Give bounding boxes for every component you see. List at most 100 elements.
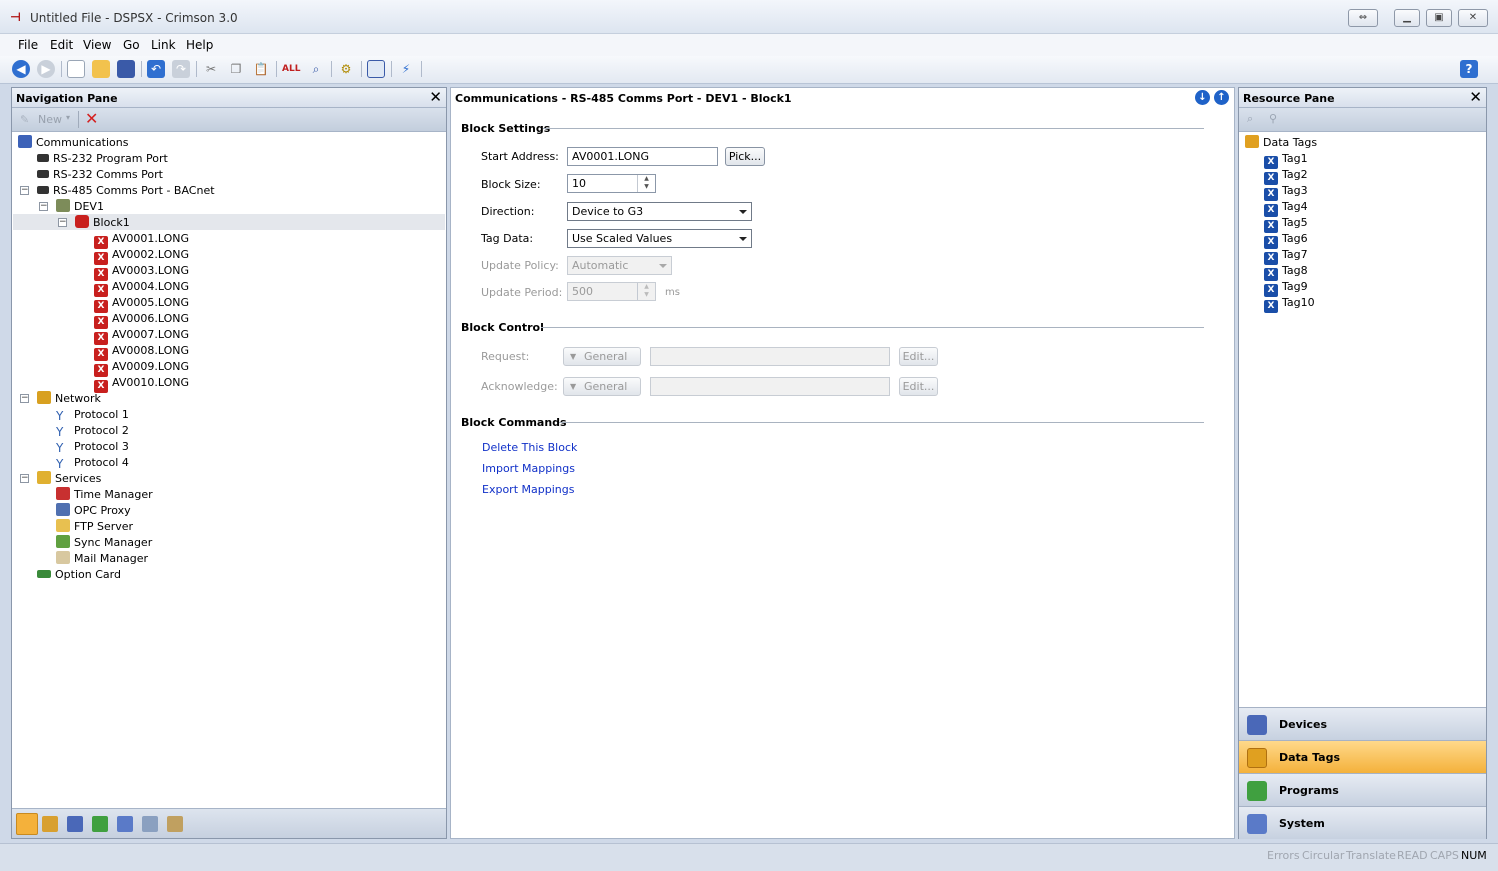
tag-item[interactable]: X Tag6 <box>1264 231 1308 249</box>
tree-node-mapping[interactable]: X AV0007.LONG <box>94 327 189 345</box>
forward-icon[interactable]: ▶ <box>37 60 55 78</box>
menu-help[interactable]: Help <box>186 38 213 52</box>
tag-data-select[interactable]: Use Scaled Values <box>567 229 752 248</box>
collapse-icon[interactable]: − <box>39 202 48 211</box>
tree-node-services[interactable]: Services <box>37 471 101 487</box>
tag-item[interactable]: X Tag10 <box>1264 295 1315 313</box>
back-icon[interactable]: ◀ <box>12 60 30 78</box>
tree-node-rs232-program[interactable]: RS-232 Program Port <box>37 151 168 167</box>
find-icon[interactable]: ⌕ <box>1247 112 1253 126</box>
menu-link[interactable]: Link <box>151 38 176 52</box>
menu-view[interactable]: View <box>83 38 111 52</box>
next-arrow-icon[interactable]: ↓ <box>1195 90 1210 105</box>
tree-node-mapping[interactable]: X AV0010.LONG <box>94 375 189 393</box>
tree-node-mapping[interactable]: X AV0005.LONG <box>94 295 189 313</box>
tag-item[interactable]: X Tag9 <box>1264 279 1308 297</box>
tree-node-ftp-server[interactable]: FTP Server <box>56 519 133 535</box>
monitor-icon[interactable] <box>367 60 385 78</box>
tree-node-time-manager[interactable]: Time Manager <box>56 487 153 503</box>
tree-node-mapping[interactable]: X AV0008.LONG <box>94 343 189 361</box>
tree-node-communications[interactable]: Communications <box>18 135 128 151</box>
menu-go[interactable]: Go <box>123 38 140 52</box>
tree-node-mapping[interactable]: X AV0006.LONG <box>94 311 189 329</box>
security-category-icon[interactable] <box>167 816 183 832</box>
tree-node-sync-manager[interactable]: Sync Manager <box>56 535 152 551</box>
direction-select[interactable]: Device to G3 <box>567 202 752 221</box>
find-all-icon[interactable]: ALL <box>282 60 300 78</box>
tree-node-rs232-comms[interactable]: RS-232 Comms Port <box>37 167 163 183</box>
menu-file[interactable]: File <box>18 38 38 52</box>
tree-node-option-card[interactable]: Option Card <box>37 567 121 583</box>
delete-icon[interactable]: ✕ <box>85 109 98 128</box>
spin-down-icon[interactable]: ▼ <box>638 183 655 191</box>
minimize-button[interactable]: ▁ <box>1394 9 1420 27</box>
tree-node-mail-manager[interactable]: Mail Manager <box>56 551 148 567</box>
communications-category-icon[interactable] <box>16 813 38 835</box>
tree-node-mapping[interactable]: X AV0004.LONG <box>94 279 189 297</box>
import-mappings-link[interactable]: Import Mappings <box>482 462 575 475</box>
restore-layout-button[interactable]: ⇔ <box>1348 9 1378 27</box>
tree-node-mapping[interactable]: X AV0009.LONG <box>94 359 189 377</box>
previous-arrow-icon[interactable]: ↑ <box>1214 90 1229 105</box>
collapse-icon[interactable]: − <box>58 218 67 227</box>
tree-node-opc-proxy[interactable]: OPC Proxy <box>56 503 131 519</box>
cut-icon[interactable]: ✂ <box>202 60 220 78</box>
web-server-category-icon[interactable] <box>117 816 133 832</box>
new-button[interactable]: New <box>38 113 62 126</box>
tree-node-block1[interactable]: Block1 <box>75 215 130 231</box>
filter-icon[interactable]: ⚲ <box>1269 112 1277 125</box>
block-size-stepper[interactable]: 10 ▲ ▼ <box>567 174 656 193</box>
undo-icon[interactable]: ↶ <box>147 60 165 78</box>
new-file-icon[interactable] <box>67 60 85 78</box>
tag-item[interactable]: X Tag5 <box>1264 215 1308 233</box>
data-logger-category-icon[interactable] <box>142 816 158 832</box>
close-window-button[interactable]: ✕ <box>1458 9 1488 27</box>
tool-icon[interactable]: ⚙ <box>337 60 355 78</box>
copy-icon[interactable]: ❐ <box>227 60 245 78</box>
data-tags-category-icon[interactable] <box>42 816 58 832</box>
find-icon[interactable]: ⌕ <box>307 60 325 78</box>
pick-button[interactable]: Pick... <box>725 147 765 166</box>
close-icon[interactable]: ✕ <box>429 89 442 105</box>
close-icon[interactable]: ✕ <box>1469 89 1482 105</box>
category-data-tags[interactable]: Data Tags <box>1239 740 1486 773</box>
tag-item[interactable]: X Tag4 <box>1264 199 1308 217</box>
display-pages-category-icon[interactable] <box>67 816 83 832</box>
open-folder-icon[interactable] <box>92 60 110 78</box>
spin-buttons[interactable]: ▲ ▼ <box>637 175 655 192</box>
redo-icon[interactable]: ↷ <box>172 60 190 78</box>
start-address-field[interactable]: AV0001.LONG <box>567 147 718 166</box>
collapse-icon[interactable]: − <box>20 394 29 403</box>
tree-node-rs485-comms[interactable]: RS-485 Comms Port - BACnet <box>37 183 215 199</box>
delete-block-link[interactable]: Delete This Block <box>482 441 577 454</box>
category-devices[interactable]: Devices <box>1239 707 1486 740</box>
tree-node-protocol[interactable]: Y Protocol 4 <box>56 455 129 471</box>
tree-node-protocol[interactable]: Y Protocol 1 <box>56 407 129 423</box>
category-system[interactable]: System <box>1239 806 1486 839</box>
menu-edit[interactable]: Edit <box>50 38 73 52</box>
tree-node-mapping[interactable]: X AV0003.LONG <box>94 263 189 281</box>
tree-node-mapping[interactable]: X AV0002.LONG <box>94 247 189 265</box>
tag-item[interactable]: X Tag7 <box>1264 247 1308 265</box>
tag-item[interactable]: X Tag8 <box>1264 263 1308 281</box>
paste-icon[interactable]: 📋 <box>252 60 270 78</box>
spin-up-icon[interactable]: ▲ <box>638 175 655 183</box>
collapse-icon[interactable]: − <box>20 474 29 483</box>
export-mappings-link[interactable]: Export Mappings <box>482 483 574 496</box>
tree-node-protocol[interactable]: Y Protocol 2 <box>56 423 129 439</box>
help-icon[interactable]: ? <box>1460 60 1478 78</box>
tag-item[interactable]: X Tag1 <box>1264 151 1308 169</box>
collapse-icon[interactable]: − <box>20 186 29 195</box>
tree-node-data-tags[interactable]: Data Tags <box>1245 135 1317 151</box>
tree-node-network[interactable]: Network <box>37 391 101 407</box>
tree-node-protocol[interactable]: Y Protocol 3 <box>56 439 129 455</box>
category-programs[interactable]: Programs <box>1239 773 1486 806</box>
programs-category-icon[interactable] <box>92 816 108 832</box>
tag-item[interactable]: X Tag2 <box>1264 167 1308 185</box>
tag-item[interactable]: X Tag3 <box>1264 183 1308 201</box>
maximize-button[interactable]: ▣ <box>1426 9 1452 27</box>
tree-node-mapping[interactable]: X AV0001.LONG <box>94 231 189 249</box>
send-icon[interactable]: ⚡ <box>397 60 415 78</box>
tree-node-dev1[interactable]: DEV1 <box>56 199 104 215</box>
save-icon[interactable] <box>117 60 135 78</box>
